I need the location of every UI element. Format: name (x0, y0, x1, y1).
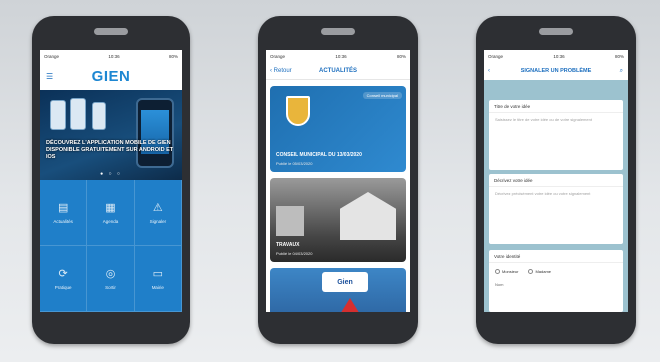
radio-circle-icon (495, 269, 500, 274)
banner-phone-image (92, 102, 106, 130)
promo-banner[interactable]: DÉCOUVREZ L'APPLICATION MOBILE DE GIEN D… (40, 90, 182, 180)
page-title: SIGNALER UN PROBLÈME (520, 68, 592, 74)
card-date: Publié le 04/03/2020 (276, 251, 313, 256)
field-label: Votre identité (489, 250, 623, 263)
radio-monsieur[interactable]: Monsieur (495, 269, 518, 274)
carousel-dots[interactable]: ● ○ ○ (40, 171, 182, 177)
tile-outings[interactable]: ◎ Sortir (87, 246, 135, 312)
carrier: Orange (44, 53, 60, 59)
civility-radio-group: Monsieur Madame (489, 263, 623, 276)
search-icon[interactable]: ⌕ (620, 68, 623, 75)
description-field-panel: Décrivez votre idée Décrivez précisément… (489, 174, 623, 244)
warning-icon: ⚠ (152, 202, 163, 214)
menu-icon[interactable]: ☰ (46, 72, 53, 81)
clock: 10:36 (553, 53, 565, 59)
tile-label: Signaler (149, 219, 167, 224)
home-screen: Orange 10:36 80% ☰ GIEN DÉCOUVREZ L'APPL… (40, 50, 182, 312)
tile-agenda[interactable]: ▦ Agenda (87, 180, 135, 246)
status-bar: Orange 10:36 80% (484, 50, 628, 62)
description-input[interactable]: Décrivez précisément votre idée ou votre… (489, 187, 623, 201)
battery: 80% (168, 53, 178, 59)
tile-label: Mairie (151, 285, 164, 290)
building-image (276, 206, 304, 236)
status-bar: Orange 10:36 80% (266, 50, 410, 62)
radio-madame[interactable]: Madame (528, 269, 551, 274)
tile-news[interactable]: ▤ Actualités (40, 180, 88, 246)
news-card[interactable]: Conseil municipal CONSEIL MUNICIPAL DU 1… (270, 86, 406, 172)
app-header: ☰ GIEN (40, 62, 182, 90)
radio-label: Madame (535, 269, 552, 274)
road-sign-icon (334, 298, 366, 312)
tile-label: Agenda (102, 219, 119, 224)
tile-label: Actualités (53, 219, 73, 224)
title-input[interactable]: Saisissez le titre de votre idée ou de v… (489, 113, 623, 127)
speaker (94, 28, 128, 35)
target-icon: ◎ (105, 268, 116, 280)
clock: 10:36 (108, 53, 120, 59)
clock: 10:36 (335, 53, 347, 59)
report-screen: Orange 10:36 80% ‹ SIGNALER UN PROBLÈME … (484, 50, 628, 312)
status-bar: Orange 10:36 80% (40, 50, 182, 62)
menu-grid: ▤ Actualités ▦ Agenda ⚠ Signaler ⟳ Prati… (40, 180, 182, 312)
card-title: CONSEIL MUNICIPAL DU 13/03/2020 (276, 152, 362, 158)
card-title: TRAVAUX (276, 242, 300, 248)
tile-label: Sortir (105, 285, 116, 290)
news-screen: Orange 10:36 80% ‹ Retour ACTUALITÉS Con… (266, 50, 410, 312)
card-date: Publié le 05/03/2020 (276, 161, 313, 166)
tile-label: Pratique (54, 285, 72, 290)
tile-report[interactable]: ⚠ Signaler (134, 180, 182, 246)
speaker (539, 28, 573, 35)
speaker (321, 28, 355, 35)
tile-townhall[interactable]: ▭ Mairie (134, 246, 182, 312)
phone-news: Orange 10:36 80% ‹ Retour ACTUALITÉS Con… (258, 16, 418, 344)
carrier: Orange (270, 53, 286, 59)
news-card[interactable]: Gien (270, 268, 406, 312)
identity-panel: Votre identité Monsieur Madame Nom (489, 250, 623, 312)
refresh-icon: ⟳ (58, 268, 68, 280)
title-field-panel: Titre de votre idée Saisissez le titre d… (489, 100, 623, 170)
radio-circle-icon (528, 269, 534, 274)
app-logo: GIEN (91, 67, 131, 85)
banner-phone-image (50, 100, 66, 130)
name-field-label[interactable]: Nom (489, 276, 623, 287)
back-button[interactable]: ‹ (488, 68, 490, 74)
calendar-icon: ▦ (105, 202, 116, 214)
banner-text: DÉCOUVREZ L'APPLICATION MOBILE DE GIEN D… (46, 140, 174, 160)
phone-home: Orange 10:36 80% ☰ GIEN DÉCOUVREZ L'APPL… (32, 16, 190, 344)
building-image (340, 192, 396, 240)
crest-icon (286, 96, 310, 126)
bus-icon: ▭ (152, 268, 164, 280)
town-sign: Gien (322, 272, 368, 292)
banner-phone-image (70, 98, 86, 130)
radio-label: Monsieur (502, 269, 519, 274)
field-label: Titre de votre idée (489, 100, 623, 113)
field-label: Décrivez votre idée (489, 174, 623, 187)
phone-report: Orange 10:36 80% ‹ SIGNALER UN PROBLÈME … (476, 16, 636, 344)
report-header: ‹ SIGNALER UN PROBLÈME ⌕ (484, 62, 628, 80)
newspaper-icon: ▤ (57, 202, 69, 214)
news-card[interactable]: TRAVAUX Publié le 04/03/2020 (270, 178, 406, 262)
category-badge: Conseil municipal (362, 92, 402, 99)
back-button[interactable]: ‹ Retour (270, 68, 292, 74)
battery: 80% (614, 53, 624, 59)
news-header: ‹ Retour ACTUALITÉS (266, 62, 410, 80)
carrier: Orange (488, 53, 504, 59)
battery: 80% (396, 53, 406, 59)
tile-practical[interactable]: ⟳ Pratique (40, 246, 88, 312)
